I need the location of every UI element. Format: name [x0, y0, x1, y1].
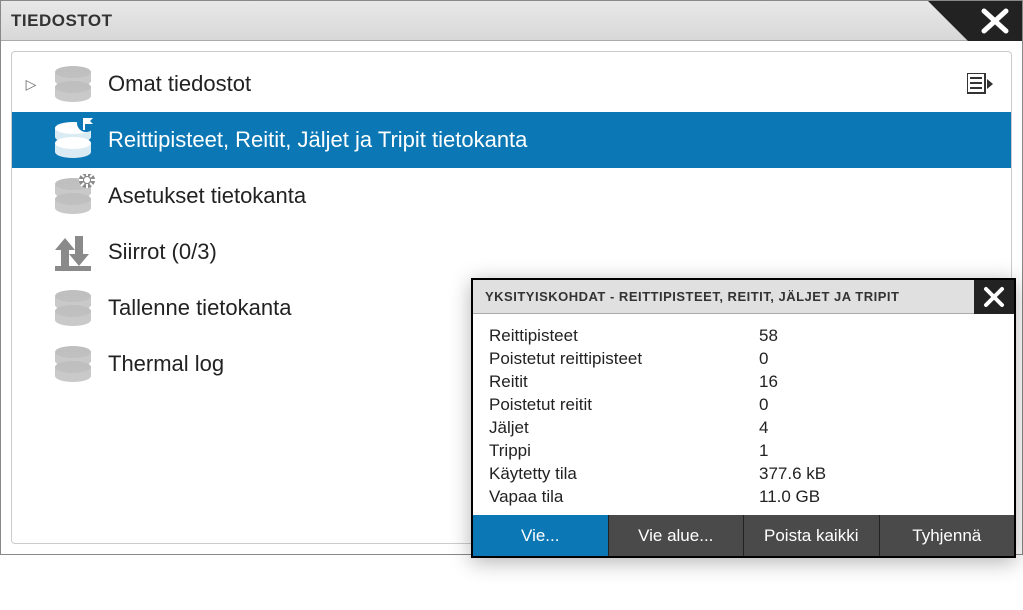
details-value: 4	[759, 418, 998, 438]
details-row: Reittipisteet58	[489, 326, 998, 346]
details-value: 16	[759, 372, 998, 392]
tree-item[interactable]: Reittipisteet, Reitit, Jäljet ja Tripit …	[12, 112, 1011, 168]
details-dialog: YKSITYISKOHDAT - REITTIPISTEET, REITIT, …	[471, 278, 1016, 558]
db-flag-icon	[38, 118, 108, 162]
details-action-button[interactable]: Poista kaikki	[744, 515, 880, 556]
details-title: YKSITYISKOHDAT - REITTIPISTEET, REITIT, …	[485, 289, 899, 304]
details-action-button[interactable]: Vie...	[473, 515, 609, 556]
transfer-icon	[38, 230, 108, 274]
details-row: Vapaa tila11.0 GB	[489, 487, 998, 507]
details-key: Trippi	[489, 441, 759, 461]
details-row: Trippi1	[489, 441, 998, 461]
details-row: Jäljet4	[489, 418, 998, 438]
files-header: TIEDOSTOT	[1, 1, 1022, 41]
details-action-button[interactable]: Vie alue...	[609, 515, 745, 556]
details-key: Vapaa tila	[489, 487, 759, 507]
tree-item[interactable]: Asetukset tietokanta	[12, 168, 1011, 224]
tree-item-label: Siirrot (0/3)	[108, 239, 1011, 265]
details-value: 0	[759, 349, 998, 369]
close-icon	[982, 285, 1006, 309]
details-value: 0	[759, 395, 998, 415]
details-key: Jäljet	[489, 418, 759, 438]
tree-item-label: Asetukset tietokanta	[108, 183, 1011, 209]
details-value: 1	[759, 441, 998, 461]
details-value: 11.0 GB	[759, 487, 998, 507]
details-close-button[interactable]	[974, 280, 1014, 314]
details-row: Reitit16	[489, 372, 998, 392]
tree-item-label: Omat tiedostot	[108, 71, 951, 97]
details-body: Reittipisteet58Poistetut reittipisteet0R…	[473, 314, 1014, 515]
details-value: 58	[759, 326, 998, 346]
db-icon	[38, 62, 108, 106]
db-icon	[38, 286, 108, 330]
tree-item[interactable]: Siirrot (0/3)	[12, 224, 1011, 280]
details-value: 377.6 kB	[759, 464, 998, 484]
expand-icon[interactable]: ▷	[24, 76, 38, 93]
db-icon	[38, 342, 108, 386]
tree-item-label: Reittipisteet, Reitit, Jäljet ja Tripit …	[108, 127, 1011, 153]
details-key: Käytetty tila	[489, 464, 759, 484]
details-actions: Vie...Vie alue...Poista kaikkiTyhjennä	[473, 515, 1014, 556]
details-action-button[interactable]: Tyhjennä	[880, 515, 1015, 556]
details-row: Poistetut reitit0	[489, 395, 998, 415]
details-header: YKSITYISKOHDAT - REITTIPISTEET, REITIT, …	[473, 280, 1014, 314]
details-row: Poistetut reittipisteet0	[489, 349, 998, 369]
details-key: Reittipisteet	[489, 326, 759, 346]
close-icon	[928, 1, 1022, 41]
list-action-button[interactable]	[951, 73, 1011, 95]
files-title: TIEDOSTOT	[11, 11, 112, 31]
files-close-button[interactable]	[928, 1, 1022, 41]
details-row: Käytetty tila377.6 kB	[489, 464, 998, 484]
details-key: Poistetut reitit	[489, 395, 759, 415]
tree-item[interactable]: ▷ Omat tiedostot	[12, 56, 1011, 112]
details-key: Poistetut reittipisteet	[489, 349, 759, 369]
list-icon	[967, 73, 995, 95]
details-key: Reitit	[489, 372, 759, 392]
db-gear-icon	[38, 174, 108, 218]
